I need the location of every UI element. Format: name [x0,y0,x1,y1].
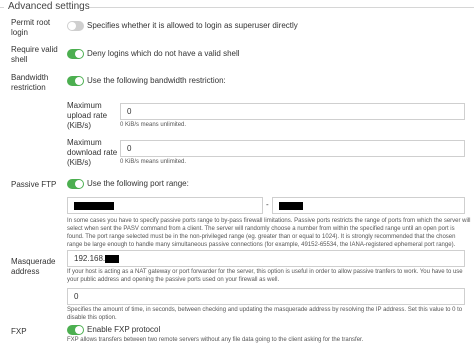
masquerade-label-line2: address [11,267,40,276]
upload-rate-label-line2: upload rate [67,111,108,120]
download-rate-hint: 0 KiB/s means unlimited. [120,159,187,165]
passive-ftp-hint-line3: found. The port range selected must be i… [67,234,456,240]
upload-rate-label-line3: (KiB/s) [67,121,91,130]
refresh-hint-line1: Specifies the amount of time, in seconds… [67,307,463,313]
bandwidth-label-line1: Bandwidth [11,73,49,82]
download-rate-label-line2: download rate [67,148,118,157]
require-shell-label-line1: Require valid [11,45,58,54]
permit-root-label-line1: Permit root [11,18,51,27]
passive-ftp-label: Passive FTP [11,180,57,189]
require-shell-label-line2: shell [11,55,28,64]
require-shell-toggle[interactable] [67,49,84,59]
refresh-hint: Specifies the amount of time, in seconds… [67,306,462,322]
passive-ftp-hint-line2: select when sent the PASV command from a… [67,226,455,232]
passive-ftp-hint-line1: In some cases you have to specify passiv… [67,218,471,224]
masquerade-address-value: 192.168. [74,254,106,263]
download-rate-label-line3: (KiB/s) [67,158,91,167]
masquerade-label: Masquerade address [11,257,55,277]
permit-root-toggle-label: Specifies whether it is allowed to login… [87,21,298,30]
passive-ftp-toggle-label: Use the following port range: [87,179,189,188]
section-legend: Advanced settings [6,1,92,12]
upload-rate-hint: 0 KiB/s means unlimited. [120,122,187,128]
require-shell-toggle-label: Deny logins which do not have a valid sh… [87,49,240,58]
upload-rate-label: Maximum upload rate (KiB/s) [67,101,107,131]
download-rate-label: Maximum download rate (KiB/s) [67,138,117,168]
passive-port-max-input[interactable] [272,197,465,214]
permit-root-label: Permit root login [11,18,50,38]
passive-ftp-hint-line4: range be large enough to handle many sim… [67,242,456,248]
fxp-toggle-label: Enable FXP protocol [87,325,161,334]
fxp-hint: FXP allows transfers between two remote … [67,337,364,343]
fieldset-border-right [90,7,474,8]
passive-ftp-toggle[interactable] [67,179,84,189]
masquerade-address-input[interactable]: 192.168. [67,250,465,267]
fieldset-border-left [0,7,4,8]
bandwidth-toggle-label: Use the following bandwidth restriction: [87,76,226,85]
download-rate-input[interactable]: 0 [120,140,465,157]
passive-port-min-input[interactable] [67,197,263,214]
port-range-separator: - [266,200,269,209]
require-shell-label: Require valid shell [11,45,58,65]
bandwidth-label: Bandwidth restriction [11,73,48,93]
masquerade-hint: If your host is acting as a NAT gateway … [67,268,463,284]
refresh-hint-line2: disable this option. [67,315,117,321]
masquerade-hint-line2: your public address and opening the pass… [67,277,280,283]
upload-rate-label-line1: Maximum [67,101,102,110]
upload-rate-input[interactable]: 0 [120,103,465,120]
masquerade-label-line1: Masquerade [11,257,56,266]
bandwidth-label-line2: restriction [11,83,46,92]
permit-root-toggle[interactable] [67,21,84,31]
fxp-toggle[interactable] [67,325,84,335]
fxp-label: FXP [11,327,27,336]
bandwidth-toggle[interactable] [67,76,84,86]
passive-ftp-hint: In some cases you have to specify passiv… [67,217,471,249]
masquerade-refresh-input[interactable]: 0 [67,288,465,305]
permit-root-label-line2: login [11,28,28,37]
masquerade-hint-line1: If your host is acting as a NAT gateway … [67,269,463,275]
redacted-port-max [279,201,303,210]
redacted-ip-tail [105,254,120,263]
redacted-port-min [74,201,114,210]
download-rate-label-line1: Maximum [67,138,102,147]
